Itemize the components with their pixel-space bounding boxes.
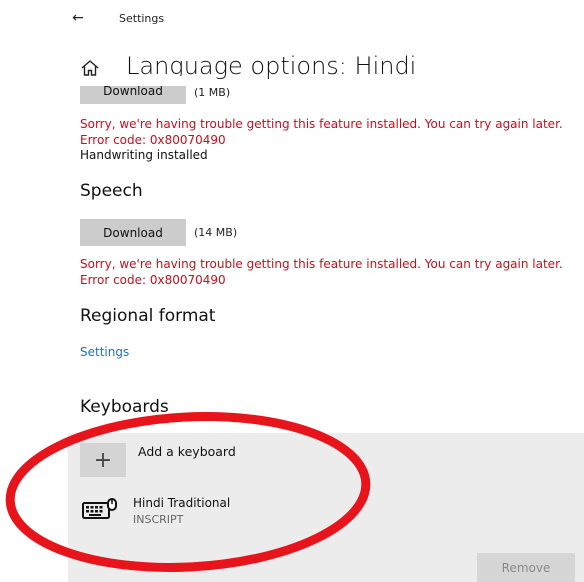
speech-size: (14 MB) [194,226,238,239]
speech-download-button[interactable]: Download [80,219,186,246]
plus-icon: + [93,447,113,473]
speech-download-label: Download [103,225,163,240]
handwriting-status: Handwriting installed [80,148,208,162]
regional-settings-link[interactable]: Settings [80,345,129,359]
scroll-mask [78,76,208,86]
handwriting-error: Sorry, we're having trouble getting this… [80,117,563,147]
keyboards-heading: Keyboards [80,397,169,417]
keyboard-list-item[interactable]: Hindi Traditional INSCRIPT [76,490,456,530]
handwriting-download-label: Download [103,84,163,98]
settings-window: ← Settings Language options: Hindi Downl… [0,0,584,582]
app-title: Settings [119,12,165,25]
remove-button[interactable]: Remove [477,553,575,582]
add-keyboard-tile[interactable]: + [80,443,126,477]
keyboard-icon [82,498,117,519]
speech-heading: Speech [80,181,143,201]
add-keyboard-button[interactable]: Add a keyboard [138,444,236,459]
home-icon [81,60,99,76]
keyboard-name: Hindi Traditional [133,496,231,510]
arrow-left-icon: ← [72,10,84,26]
speech-error: Sorry, we're having trouble getting this… [80,257,563,287]
back-button[interactable]: ← [68,8,88,28]
remove-button-label: Remove [501,560,551,575]
keyboard-layout: INSCRIPT [133,513,184,526]
handwriting-size: (1 MB) [194,86,231,99]
regional-format-heading: Regional format [80,306,216,326]
